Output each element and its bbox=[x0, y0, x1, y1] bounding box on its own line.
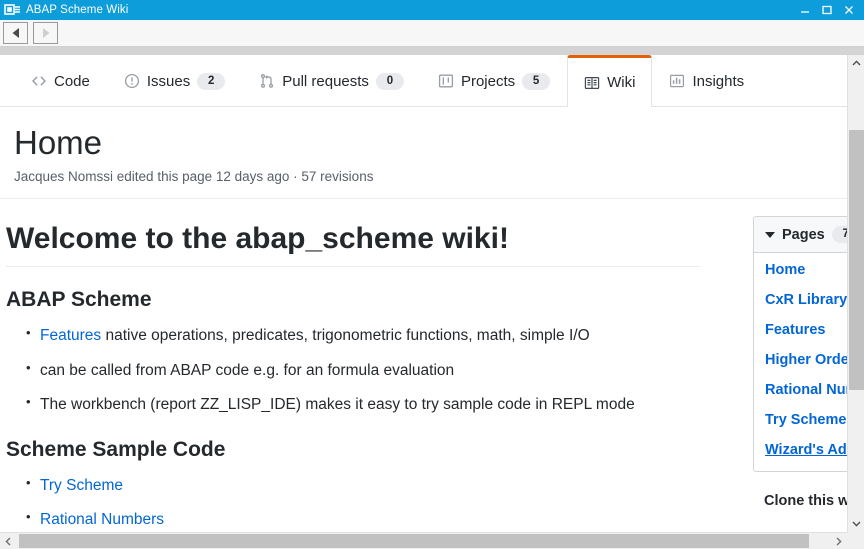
tab-label: Code bbox=[54, 72, 90, 90]
project-board-icon bbox=[438, 73, 454, 89]
tab-insights[interactable]: Insights bbox=[652, 55, 761, 106]
tab-label: Wiki bbox=[607, 74, 636, 91]
issue-opened-icon bbox=[124, 73, 140, 89]
page-title: Home bbox=[14, 124, 103, 161]
code-icon bbox=[31, 73, 47, 89]
wiki-list-scheme-sample-code: Try Scheme Rational Numbers bbox=[6, 473, 700, 532]
forward-button[interactable] bbox=[33, 22, 58, 44]
tab-label: Issues bbox=[146, 72, 191, 90]
tab-projects[interactable]: Projects 5 bbox=[421, 55, 567, 106]
toolbar-separator-strip bbox=[0, 47, 864, 55]
list-item: Try Scheme bbox=[26, 473, 700, 498]
forward-arrow-icon bbox=[42, 28, 49, 38]
book-icon bbox=[584, 75, 600, 91]
sidebar-header-label: Pages bbox=[782, 226, 825, 243]
repository-nav: Code Issues 2 Pull requests 0 Projects 5… bbox=[0, 55, 864, 107]
browser-toolbar bbox=[0, 20, 864, 47]
wiki-section-heading-abap-scheme: ABAP Scheme bbox=[6, 288, 152, 312]
projects-counter: 5 bbox=[522, 72, 551, 90]
vertical-scrollbar[interactable] bbox=[847, 55, 864, 532]
maximize-button[interactable] bbox=[816, 0, 838, 20]
wiki-body-area: Welcome to the abap_scheme wiki! ABAP Sc… bbox=[0, 199, 864, 541]
list-item-text: native operations, predicates, trigonome… bbox=[101, 327, 590, 345]
tab-issues[interactable]: Issues 2 bbox=[107, 55, 242, 106]
minimize-button[interactable] bbox=[794, 0, 816, 20]
wiki-content: Welcome to the abap_scheme wiki! ABAP Sc… bbox=[0, 199, 714, 541]
tab-wiki[interactable]: Wiki bbox=[567, 55, 653, 107]
vertical-scrollbar-thumb[interactable] bbox=[849, 130, 864, 390]
tab-label: Projects bbox=[460, 72, 516, 90]
tab-label: Pull requests bbox=[282, 72, 369, 90]
link-try-scheme[interactable]: Try Scheme bbox=[40, 477, 123, 494]
wiki-section-heading-scheme-sample-code: Scheme Sample Code bbox=[6, 437, 226, 461]
tab-label: Insights bbox=[692, 72, 745, 90]
tab-pull-requests[interactable]: Pull requests 0 bbox=[242, 55, 421, 106]
list-item-text: can be called from ABAP code e.g. for an… bbox=[40, 361, 455, 379]
list-item: Features native operations, predicates, … bbox=[26, 323, 700, 348]
horizontal-scrollbar-thumb[interactable] bbox=[19, 534, 809, 548]
horizontal-scrollbar[interactable] bbox=[0, 532, 864, 549]
wiki-main-heading: Welcome to the abap_scheme wiki! bbox=[6, 221, 700, 268]
link-rational-numbers[interactable]: Rational Numbers bbox=[40, 511, 164, 528]
list-item: Rational Numbers bbox=[26, 507, 700, 532]
list-item: can be called from ABAP code e.g. for an… bbox=[26, 357, 700, 383]
scroll-right-arrow-icon[interactable] bbox=[830, 533, 847, 549]
scroll-up-arrow-icon[interactable] bbox=[848, 55, 864, 72]
chevron-down-icon bbox=[765, 231, 775, 238]
scroll-left-arrow-icon[interactable] bbox=[0, 533, 17, 549]
link-features[interactable]: Features bbox=[40, 327, 101, 344]
scrollbar-corner bbox=[847, 532, 864, 549]
graph-icon bbox=[669, 73, 685, 89]
back-arrow-icon bbox=[12, 28, 19, 38]
issues-counter: 2 bbox=[197, 72, 226, 90]
pull-requests-counter: 0 bbox=[375, 72, 404, 90]
window-titlebar: ABAP Scheme Wiki bbox=[0, 0, 864, 20]
list-item-text: The workbench (report ZZ_LISP_IDE) makes… bbox=[40, 395, 635, 413]
scroll-down-arrow-icon[interactable] bbox=[848, 515, 864, 532]
tab-code[interactable]: Code bbox=[14, 55, 107, 106]
git-pull-request-icon bbox=[259, 73, 275, 89]
browser-window-icon bbox=[4, 3, 22, 17]
page-meta: Jacques Nomssi edited this page 12 days … bbox=[14, 169, 374, 185]
list-item: The workbench (report ZZ_LISP_IDE) makes… bbox=[26, 392, 700, 417]
window-title: ABAP Scheme Wiki bbox=[26, 4, 129, 16]
browser-viewport: Code Issues 2 Pull requests 0 Projects 5… bbox=[0, 55, 864, 549]
window-controls bbox=[794, 0, 860, 20]
wiki-page-header: Home Jacques Nomssi edited this page 12 … bbox=[0, 107, 864, 200]
close-button[interactable] bbox=[838, 0, 860, 20]
back-button[interactable] bbox=[3, 22, 28, 44]
wiki-list-abap-scheme: Features native operations, predicates, … bbox=[6, 323, 700, 417]
application-window: ABAP Scheme Wiki Code Issues 2 Pull requ… bbox=[0, 0, 864, 549]
